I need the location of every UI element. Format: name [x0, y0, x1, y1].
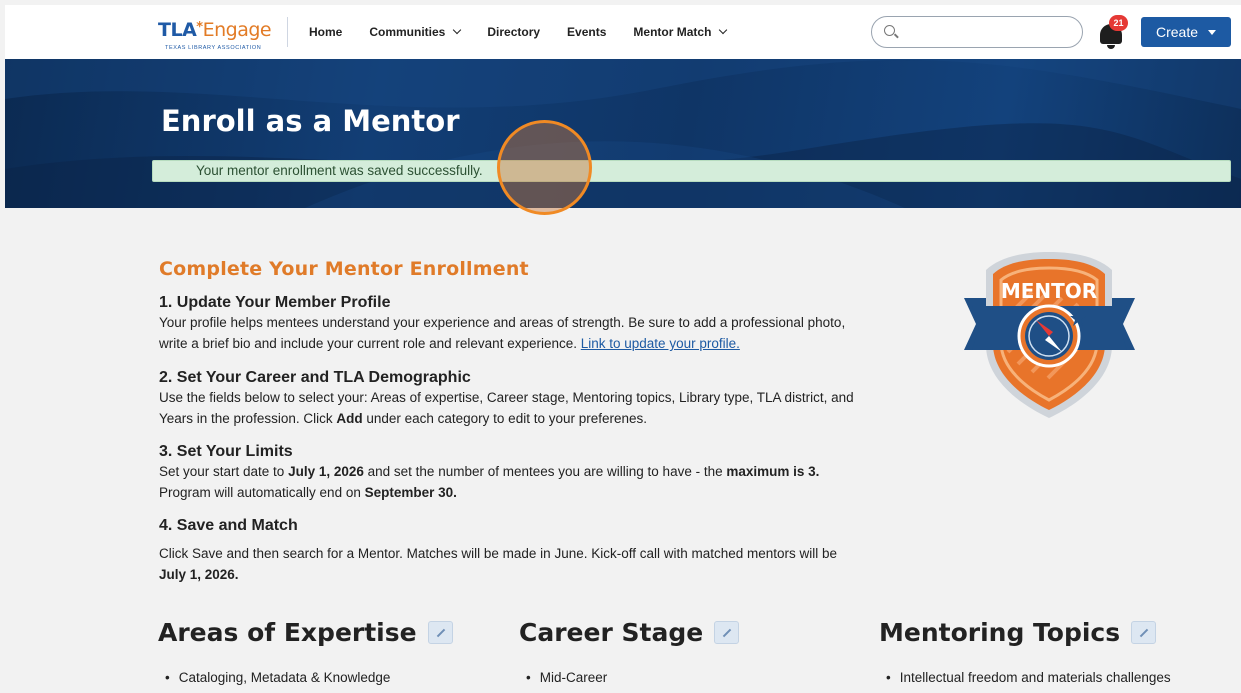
step-title: 3. Set Your Limits: [159, 443, 293, 460]
mentor-badge-graphic: MENTOR: [964, 252, 1135, 418]
caret-down-icon: [1208, 29, 1217, 35]
nav-directory[interactable]: Directory: [487, 25, 540, 39]
edit-pencil-icon[interactable]: [427, 621, 453, 644]
logo-subtitle: TEXAS LIBRARY ASSOCIATION: [165, 45, 262, 51]
expertise-list: Cataloging, Metadata & Knowledge: [178, 670, 391, 685]
step-title: 2. Set Your Career and TLA Demographic: [159, 369, 471, 386]
section-title-text: Areas of Expertise: [158, 618, 417, 647]
nav-mentor-match-label: Mentor Match: [633, 25, 712, 39]
logo-star: *: [196, 20, 203, 35]
step-text-part: and set the number of mentees you are wi…: [363, 464, 727, 479]
nav-mentor-match[interactable]: Mentor Match: [633, 25, 728, 39]
step-text-bold: July 1, 2026.: [159, 567, 239, 582]
notifications-button[interactable]: 21: [1097, 15, 1129, 51]
logo-wordmark: TLA*Engage: [158, 19, 272, 41]
step-text-bold: Add: [336, 411, 363, 426]
step-title: 1. Update Your Member Profile: [159, 294, 391, 311]
mentor-badge-text: MENTOR: [1001, 279, 1097, 303]
search-input[interactable]: [904, 23, 1074, 43]
edit-pencil-icon[interactable]: [1131, 621, 1157, 644]
success-alert: Your mentor enrollment was saved success…: [152, 160, 1231, 182]
chevron-down-icon: [453, 25, 462, 35]
nav-home-label: Home: [309, 25, 343, 39]
section-title: Career Stage: [519, 618, 740, 647]
career-stage-list: Mid-Career: [539, 670, 608, 685]
nav-communities-label: Communities: [369, 25, 446, 39]
search-box[interactable]: [871, 16, 1083, 48]
step-text-bold: July 1, 2026: [288, 464, 364, 479]
notification-count-badge: 21: [1109, 15, 1128, 31]
page-banner: Enroll as a Mentor Your mentor enrollmen…: [5, 59, 1241, 208]
search-icon[interactable]: [884, 25, 895, 36]
create-button[interactable]: Create: [1141, 17, 1231, 47]
mentoring-topics-list: Intellectual freedom and materials chall…: [899, 670, 1171, 685]
step-3: 3. Set Your Limits Set your start date t…: [159, 443, 859, 503]
step-4: 4. Save and Match Click Save and then se…: [159, 517, 859, 585]
step-1: 1. Update Your Member Profile Your profi…: [159, 294, 859, 354]
section-title: Areas of Expertise: [158, 618, 453, 647]
step-text-bold: maximum is 3.: [726, 464, 820, 479]
section-title: Mentoring Topics: [879, 618, 1157, 647]
list-item: Cataloging, Metadata & Knowledge: [178, 670, 391, 685]
step-text-part: Click Save and then search for a Mentor.…: [159, 546, 838, 561]
create-button-label: Create: [1155, 24, 1199, 40]
section-title-text: Career Stage: [519, 618, 704, 647]
step-title: 4. Save and Match: [159, 517, 298, 534]
areas-of-expertise-section: Areas of Expertise Cataloging, Metadata …: [158, 618, 453, 685]
step-text: Click Save and then search for a Mentor.…: [159, 543, 859, 585]
nav-events-label: Events: [567, 25, 607, 39]
step-text-part: Your profile helps mentees understand yo…: [159, 315, 846, 351]
logo-tla: TLA: [158, 19, 197, 41]
update-profile-link[interactable]: Link to update your profile.: [581, 336, 740, 351]
nav-home[interactable]: Home: [309, 25, 342, 39]
section-title-text: Mentoring Topics: [879, 618, 1121, 647]
chevron-down-icon: [719, 25, 728, 35]
step-text: Use the fields below to select your: Are…: [159, 387, 859, 429]
step-text-part: under each category to edit to your pref…: [362, 411, 648, 426]
career-stage-section: Career Stage Mid-Career: [519, 618, 740, 685]
list-item: Intellectual freedom and materials chall…: [899, 670, 1171, 685]
click-indicator: [497, 120, 592, 215]
edit-pencil-icon[interactable]: [714, 621, 740, 644]
nav-events[interactable]: Events: [567, 25, 606, 39]
step-text-part: Program will automatically end on: [159, 485, 365, 500]
step-text-part: Set your start date to: [159, 464, 289, 479]
top-navbar: TLA*Engage TEXAS LIBRARY ASSOCIATION Hom…: [5, 5, 1241, 59]
step-text: Set your start date to July 1, 2026 and …: [159, 461, 859, 503]
nav-communities[interactable]: Communities: [369, 25, 462, 39]
logo-divider: [287, 17, 288, 47]
list-item: Mid-Career: [539, 670, 608, 685]
logo-engage: Engage: [202, 19, 272, 41]
mentoring-topics-section: Mentoring Topics Intellectual freedom an…: [879, 618, 1171, 685]
nav-directory-label: Directory: [487, 25, 541, 39]
step-2: 2. Set Your Career and TLA Demographic U…: [159, 369, 859, 429]
step-text-bold: September 30.: [364, 485, 457, 500]
page-title: Enroll as a Mentor: [161, 104, 460, 138]
step-text: Your profile helps mentees understand yo…: [159, 312, 859, 354]
enrollment-instructions: Complete Your Mentor Enrollment 1. Updat…: [159, 258, 859, 582]
main-nav: Home Communities Directory Events Mentor…: [309, 25, 753, 39]
section-heading: Complete Your Mentor Enrollment: [159, 258, 529, 280]
